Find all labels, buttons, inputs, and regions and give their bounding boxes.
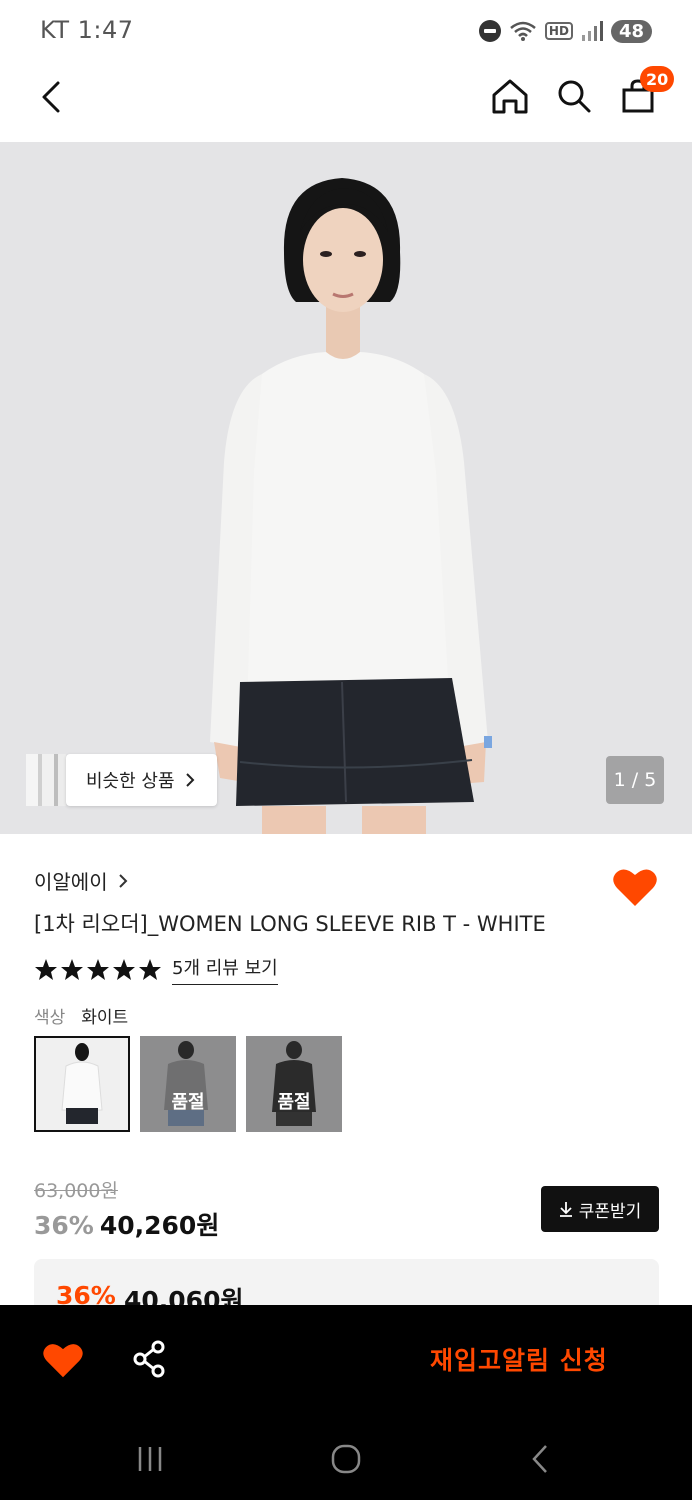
chevron-right-icon bbox=[118, 873, 128, 888]
search-button[interactable] bbox=[550, 72, 598, 120]
heart-icon bbox=[43, 1344, 83, 1378]
download-icon bbox=[559, 1202, 572, 1217]
status-icons: HD 48 bbox=[478, 16, 652, 46]
color-label: 색상 bbox=[34, 1008, 66, 1028]
coupon-button-label: 쿠폰받기 bbox=[578, 1201, 642, 1222]
status-carrier-time: KT 1:47 bbox=[40, 16, 134, 44]
cart-count-badge: 20 bbox=[640, 66, 675, 92]
swatch-black[interactable]: 품절 bbox=[246, 1036, 342, 1132]
sale-rate: 36% bbox=[34, 1211, 94, 1240]
soldout-label: 품절 bbox=[140, 1036, 236, 1132]
star-icon bbox=[139, 958, 161, 980]
product-title: [1차 리오더]_WOMEN LONG SLEEVE RIB T - WHITE bbox=[34, 912, 546, 936]
rating-row: 5개 리뷰 보기 bbox=[34, 954, 278, 985]
system-navigation-bar bbox=[0, 1415, 692, 1500]
color-row: 색상 화이트 bbox=[34, 1003, 128, 1028]
heart-icon bbox=[613, 869, 657, 906]
similar-products-label: 비슷한 상품 bbox=[86, 771, 175, 792]
star-icon bbox=[87, 958, 109, 980]
swatch-white-image bbox=[36, 1038, 128, 1130]
back-arrow-icon bbox=[532, 1445, 547, 1473]
hd-badge: HD bbox=[544, 22, 573, 40]
battery-indicator: 48 bbox=[610, 19, 652, 43]
signal-icon bbox=[581, 21, 603, 41]
home-icon bbox=[492, 79, 528, 114]
swatch-white[interactable] bbox=[34, 1036, 130, 1132]
chevron-right-icon bbox=[185, 773, 194, 787]
swatch-gray[interactable]: 품절 bbox=[140, 1036, 236, 1132]
star-icon bbox=[61, 958, 83, 980]
bottom-wishlist-button[interactable] bbox=[42, 1341, 84, 1379]
similar-products[interactable]: 비슷한 상품 bbox=[26, 754, 217, 806]
wishlist-button[interactable] bbox=[612, 866, 658, 908]
sale-price: 40,260원 bbox=[99, 1211, 220, 1240]
home-circle-icon bbox=[331, 1444, 361, 1474]
home-button[interactable] bbox=[486, 72, 534, 120]
review-link[interactable]: 5개 리뷰 보기 bbox=[172, 954, 278, 985]
color-swatches: 품절 품절 bbox=[34, 1036, 342, 1132]
recent-apps-icon bbox=[138, 1447, 162, 1471]
chevron-left-icon bbox=[42, 81, 60, 113]
similar-products-button[interactable]: 비슷한 상품 bbox=[66, 754, 217, 806]
coupon-download-button[interactable]: 쿠폰받기 bbox=[541, 1186, 659, 1232]
bottom-action-bar: 재입고알림 신청 bbox=[0, 1305, 692, 1415]
back-button[interactable] bbox=[28, 74, 74, 120]
system-home-button[interactable] bbox=[325, 1441, 365, 1477]
sale-price-row: 36% 40,260원 bbox=[34, 1206, 219, 1242]
share-icon bbox=[133, 1340, 165, 1378]
share-button[interactable] bbox=[130, 1339, 170, 1379]
star-icon bbox=[113, 958, 135, 980]
soldout-label: 품절 bbox=[246, 1036, 342, 1132]
restock-alert-button[interactable]: 재입고알림 신청 bbox=[430, 1341, 608, 1377]
original-price: 63,000원 bbox=[34, 1180, 118, 1202]
color-value: 화이트 bbox=[81, 1008, 129, 1028]
star-icon bbox=[35, 958, 57, 980]
brand-name: 이알에이 bbox=[34, 870, 108, 894]
wifi-icon bbox=[510, 21, 536, 41]
do-not-disturb-icon bbox=[478, 20, 501, 42]
product-photo bbox=[0, 142, 692, 834]
brand-link[interactable]: 이알에이 bbox=[34, 866, 128, 895]
recent-apps-button[interactable] bbox=[130, 1441, 170, 1477]
status-bar: KT 1:47 HD 48 bbox=[0, 0, 692, 60]
image-page-indicator: 1 / 5 bbox=[606, 756, 664, 804]
search-icon bbox=[558, 80, 591, 113]
top-navigation: 20 bbox=[0, 60, 692, 142]
product-image-carousel[interactable]: 비슷한 상품 1 / 5 bbox=[0, 142, 692, 834]
similar-products-thumbnails bbox=[26, 754, 66, 806]
system-back-button[interactable] bbox=[520, 1441, 560, 1477]
